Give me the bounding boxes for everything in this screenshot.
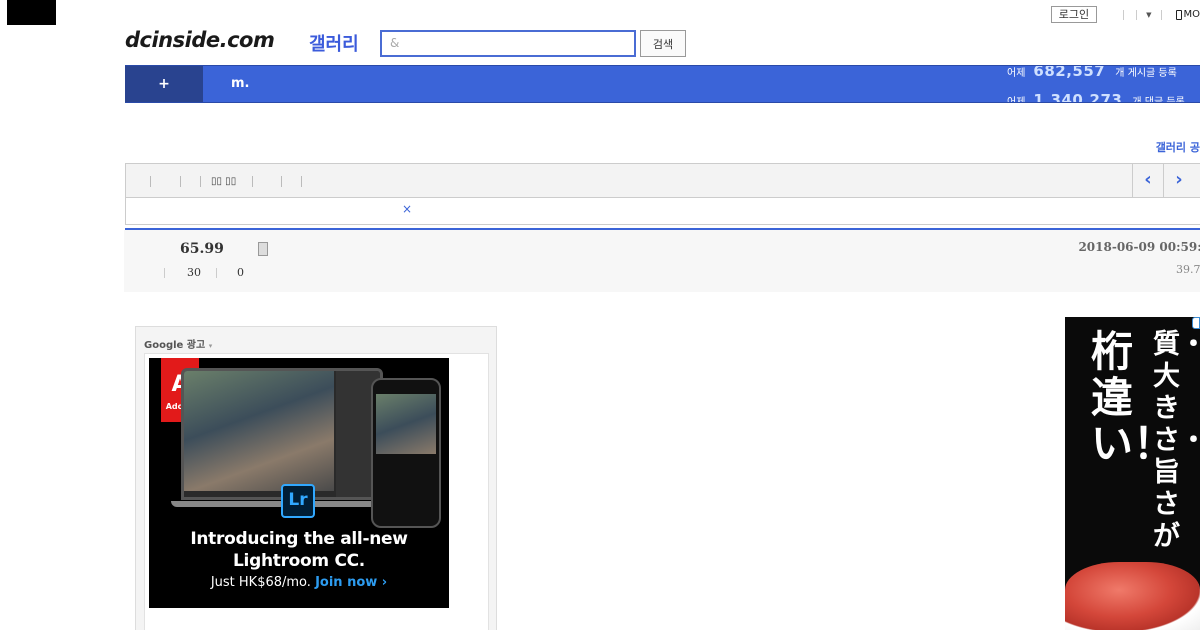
notice-row: × — [125, 198, 1200, 225]
prev-post-button[interactable]: ‹ — [1132, 164, 1163, 197]
phone-photo — [376, 394, 436, 454]
toolbar-separator — [180, 176, 181, 187]
topbar-separator — [1123, 9, 1125, 20]
post-stats: 30 0 — [164, 266, 244, 279]
right-sushi-ad[interactable]: 桁違い！ 質・大きさ・旨さが — [1065, 317, 1200, 630]
toolbar-separator — [281, 176, 282, 187]
post-ip: 39.7. — [1176, 263, 1200, 276]
post-header: 65.99 2018-06-09 00:59:0 39.7. 30 0 — [124, 230, 1200, 292]
stat-value: 1,340,273 — [1033, 91, 1123, 103]
post-date: 2018-06-09 00:59:0 — [1078, 240, 1200, 254]
ad-choices-icon[interactable] — [1192, 317, 1200, 329]
mobile-post-icon — [258, 242, 268, 256]
lightroom-ad-banner[interactable]: A Adobe Lr Introducing the all-new Light… — [149, 358, 449, 608]
post-title: 65.99 — [180, 241, 224, 257]
stat-suffix: 개 댓글 등록 — [1132, 97, 1185, 103]
topbar-separator — [1160, 9, 1162, 20]
chevron-down-icon: ▾ — [208, 342, 213, 350]
top-bar: 로그인 ▼ MO — [1050, 6, 1200, 23]
ad-headline-line2: Lightroom CC. — [233, 551, 365, 571]
ad-join-link[interactable]: Join now › — [315, 575, 387, 590]
gallery-notice-link[interactable]: 갤러리 공 — [1156, 139, 1200, 155]
gallery-logo-label[interactable]: 갤러리 — [309, 30, 359, 56]
view-count: 30 — [187, 266, 201, 279]
toolbar-separator — [200, 176, 201, 187]
black-corner-block — [7, 0, 56, 25]
phone-image — [371, 378, 441, 528]
ad-headline: Introducing the all-new Lightroom CC. — [149, 528, 449, 572]
page: 로그인 ▼ MO dcinside.com 갤러리 & 검색 + m. 어제 6… — [0, 0, 1200, 630]
google-ad-label[interactable]: Google 광고 ▾ — [144, 336, 212, 351]
topbar-separator — [1136, 9, 1138, 20]
stat-value: 682,557 — [1033, 65, 1106, 80]
google-ad-frame: A Adobe Lr Introducing the all-new Light… — [144, 353, 489, 630]
toolbar-separator — [301, 176, 302, 187]
sushi-image — [1065, 562, 1200, 630]
stat-separator — [164, 267, 165, 278]
lightroom-logo: Lr — [281, 484, 315, 518]
right-ad-main-text: 桁違い！ — [1091, 327, 1176, 468]
nav-m-tab[interactable]: m. — [231, 66, 249, 102]
ad-subline: Just HK$68/mo. Join now › — [149, 575, 449, 590]
mobile-icon[interactable] — [1175, 9, 1182, 20]
laptop-photo — [184, 371, 334, 491]
search-input[interactable]: & — [380, 30, 636, 57]
stat-row-comments: 어제 1,340,273 개 댓글 등록 — [1007, 87, 1185, 103]
stat-row-posts: 어제 682,557 개 게시글 등록 — [1007, 65, 1185, 87]
site-logo[interactable]: dcinside.com — [125, 28, 275, 52]
stat-separator — [216, 267, 217, 278]
right-ad-side-text: 質・大きさ・旨さが — [1153, 329, 1200, 552]
stat-prefix: 어제 — [1007, 68, 1026, 79]
toolbar-font-label[interactable]: ▯▯ ▯▯ — [211, 176, 236, 187]
login-button[interactable]: 로그인 — [1050, 6, 1098, 23]
search-button[interactable]: 검색 — [640, 30, 686, 57]
site-stats: 어제 682,557 개 게시글 등록 어제 1,340,273 개 댓글 등록 — [1007, 65, 1185, 103]
stat-prefix: 어제 — [1007, 97, 1026, 103]
google-ad-label-text: Google 광고 — [144, 340, 206, 351]
google-ad-box: Google 광고 ▾ A Adobe Lr Introducing the a… — [135, 326, 497, 630]
next-post-button[interactable]: › — [1163, 164, 1194, 197]
laptop-image — [181, 368, 383, 500]
nav-plus-tab[interactable]: + — [125, 66, 203, 102]
ad-headline-line1: Introducing the all-new — [190, 529, 408, 549]
ad-price: Just HK$68/mo. — [210, 575, 311, 590]
close-icon[interactable]: × — [402, 202, 412, 216]
main-nav: + m. 어제 682,557 개 게시글 등록 어제 1,340,273 개 … — [125, 65, 1200, 103]
toolbar-separator — [150, 176, 151, 187]
mobile-link[interactable]: MO — [1184, 9, 1200, 20]
chevron-down-icon[interactable]: ▼ — [1146, 11, 1151, 19]
post-toolbar: ▯▯ ▯▯ ‹ › — [125, 163, 1200, 198]
stat-suffix: 개 게시글 등록 — [1115, 68, 1177, 79]
reply-count: 0 — [237, 266, 244, 279]
toolbar-separator — [252, 176, 253, 187]
